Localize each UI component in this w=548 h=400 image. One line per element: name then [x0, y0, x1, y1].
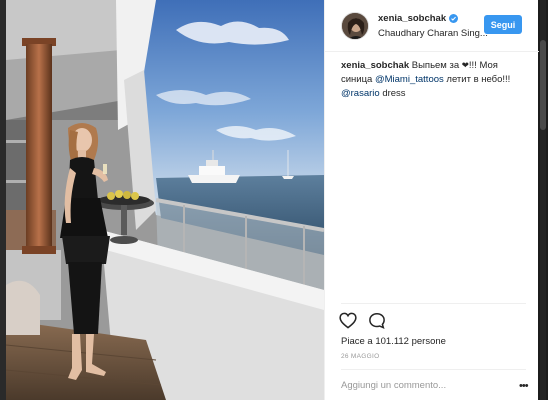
scrollbar-thumb[interactable]: [540, 40, 546, 130]
comment-input[interactable]: [341, 376, 521, 394]
speech-bubble-icon[interactable]: [368, 312, 386, 329]
avatar[interactable]: [341, 12, 369, 40]
verified-badge-icon: [449, 14, 459, 23]
header-username-row: xenia_sobchak: [378, 13, 459, 24]
comment-divider: [341, 369, 526, 370]
heart-outline-icon[interactable]: [339, 312, 357, 329]
caption-text-3: летит в небо!!!: [443, 74, 511, 85]
avatar-image: [342, 13, 368, 39]
actions-divider: [341, 303, 526, 304]
caption-text-4: dress: [379, 88, 406, 99]
likes-count[interactable]: Piace a 101.112 persone: [341, 336, 446, 347]
post-sidebar: xenia_sobchak Chaudhary Charan Sing... S…: [324, 0, 539, 400]
caption-text-1: Выпьем за: [409, 60, 462, 71]
follow-button[interactable]: Segui: [484, 15, 522, 34]
ellipsis-icon[interactable]: •••: [519, 380, 529, 392]
black-heart-emoji-icon: ❤: [461, 60, 469, 70]
caption-username[interactable]: xenia_sobchak: [341, 60, 409, 71]
post-header: xenia_sobchak Chaudhary Charan Sing... S…: [325, 0, 539, 52]
yacht-photo-image: [6, 0, 324, 400]
post-photo: [6, 0, 324, 400]
post-date[interactable]: 26 MAGGIO: [341, 353, 379, 360]
location-link[interactable]: Chaudhary Charan Sing...: [378, 28, 488, 39]
post-caption: xenia_sobchak Выпьем за ❤!!! Моя синица …: [341, 58, 526, 101]
caption-mention-miami-tattoos[interactable]: @Miami_tattoos: [375, 74, 444, 85]
header-username[interactable]: xenia_sobchak: [378, 13, 446, 24]
caption-mention-rasario[interactable]: @rasario: [341, 88, 380, 99]
post-modal: xenia_sobchak Chaudhary Charan Sing... S…: [6, 0, 539, 400]
